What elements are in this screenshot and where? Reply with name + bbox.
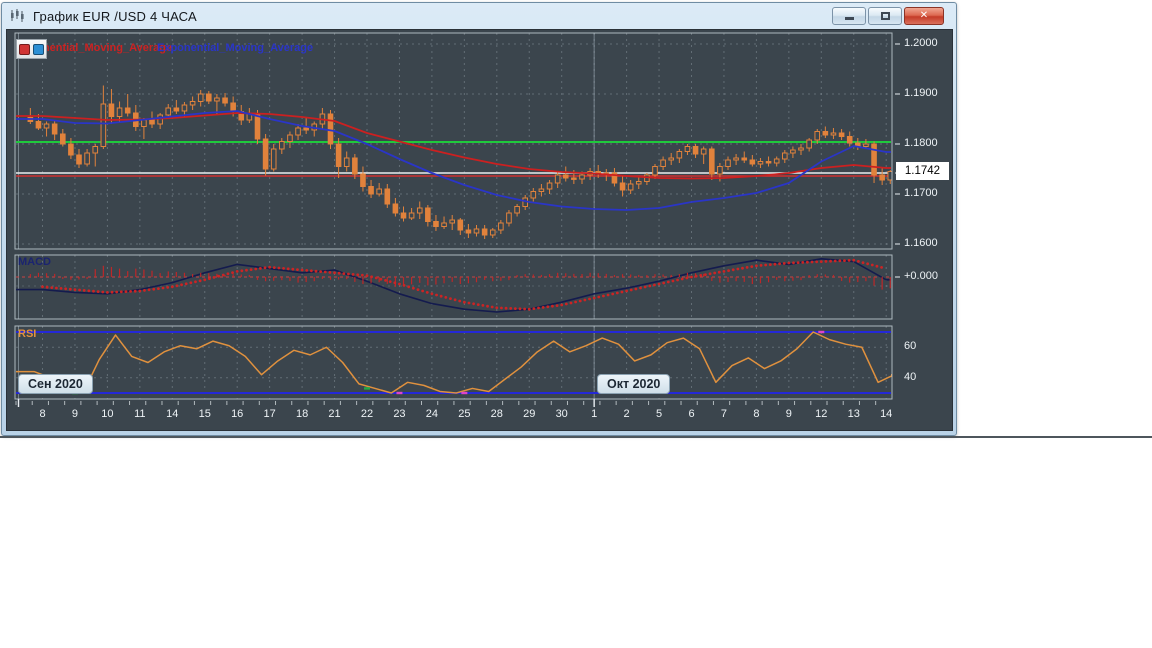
maximize-button[interactable] bbox=[868, 7, 902, 25]
rsi-axis-label: 60 bbox=[904, 340, 916, 352]
x-axis-label: 17 bbox=[264, 408, 276, 420]
indicator-buttons-box bbox=[16, 39, 47, 59]
x-axis-label: 12 bbox=[815, 408, 827, 420]
minimize-button[interactable] bbox=[832, 7, 866, 25]
maximize-icon bbox=[881, 12, 890, 20]
price-axis-label: 1.1900 bbox=[904, 87, 938, 99]
macd-zero-label: +0.000 bbox=[904, 270, 938, 282]
x-axis-label: 23 bbox=[393, 408, 405, 420]
x-axis-label: 2 bbox=[624, 408, 630, 420]
x-axis-label: 16 bbox=[231, 408, 243, 420]
x-axis-label: 14 bbox=[166, 408, 178, 420]
x-axis-label: 7 bbox=[721, 408, 727, 420]
x-axis-label: 21 bbox=[328, 408, 340, 420]
legend-label-ema-blue[interactable]: Exponential_Moving_Average bbox=[157, 42, 313, 54]
chart-canvas[interactable] bbox=[5, 27, 952, 429]
rsi-panel bbox=[16, 326, 894, 399]
x-axis-label: 13 bbox=[848, 408, 860, 420]
price-axis-label: 1.1700 bbox=[904, 187, 938, 199]
window-title: График EUR /USD 4 ЧАСА bbox=[33, 9, 197, 24]
x-axis-label: 24 bbox=[426, 408, 438, 420]
x-axis-label: 8 bbox=[753, 408, 759, 420]
x-axis-label: 10 bbox=[101, 408, 113, 420]
month-badge-october: Окт 2020 bbox=[597, 374, 670, 394]
month-badge-september: Сен 2020 bbox=[18, 374, 93, 394]
macd-panel bbox=[16, 255, 898, 319]
rsi-axis-label: 40 bbox=[904, 371, 916, 383]
x-axis-label: 14 bbox=[880, 408, 892, 420]
x-axis-label: 18 bbox=[296, 408, 308, 420]
x-axis-label: 28 bbox=[491, 408, 503, 420]
price-panel bbox=[16, 33, 901, 249]
red-indicator-swatch[interactable] bbox=[19, 44, 30, 55]
x-axis-label: 15 bbox=[199, 408, 211, 420]
current-price-badge: 1.1742 bbox=[896, 162, 949, 180]
x-axis-label: 25 bbox=[458, 408, 470, 420]
window-bottom-edge bbox=[0, 436, 1152, 438]
close-icon: ✕ bbox=[920, 10, 928, 21]
window-controls: ✕ bbox=[832, 7, 944, 25]
blue-indicator-swatch[interactable] bbox=[33, 44, 44, 55]
x-axis-label: 9 bbox=[786, 408, 792, 420]
x-axis-label: 1 bbox=[591, 408, 597, 420]
chart-icon bbox=[9, 8, 27, 24]
minimize-icon bbox=[845, 17, 854, 20]
page: График EUR /USD 4 ЧАСА ✕ Exponential_Mov… bbox=[0, 0, 1152, 648]
x-axis-label: 6 bbox=[688, 408, 694, 420]
x-axis-label: 8 bbox=[39, 408, 45, 420]
price-axis-label: 1.2000 bbox=[904, 37, 938, 49]
close-button[interactable]: ✕ bbox=[904, 7, 944, 25]
x-axis-label: 11 bbox=[134, 408, 145, 420]
x-axis-label: 30 bbox=[556, 408, 568, 420]
macd-panel-title: MACD bbox=[18, 256, 51, 268]
rsi-panel-title: RSI bbox=[18, 328, 36, 340]
x-axis-label: 29 bbox=[523, 408, 535, 420]
x-axis-label: 9 bbox=[72, 408, 78, 420]
price-axis-label: 1.1600 bbox=[904, 237, 938, 249]
x-axis-label: 22 bbox=[361, 408, 373, 420]
price-axis-label: 1.1800 bbox=[904, 137, 938, 149]
x-axis-label: 5 bbox=[656, 408, 662, 420]
titlebar[interactable]: График EUR /USD 4 ЧАСА ✕ bbox=[2, 3, 956, 29]
